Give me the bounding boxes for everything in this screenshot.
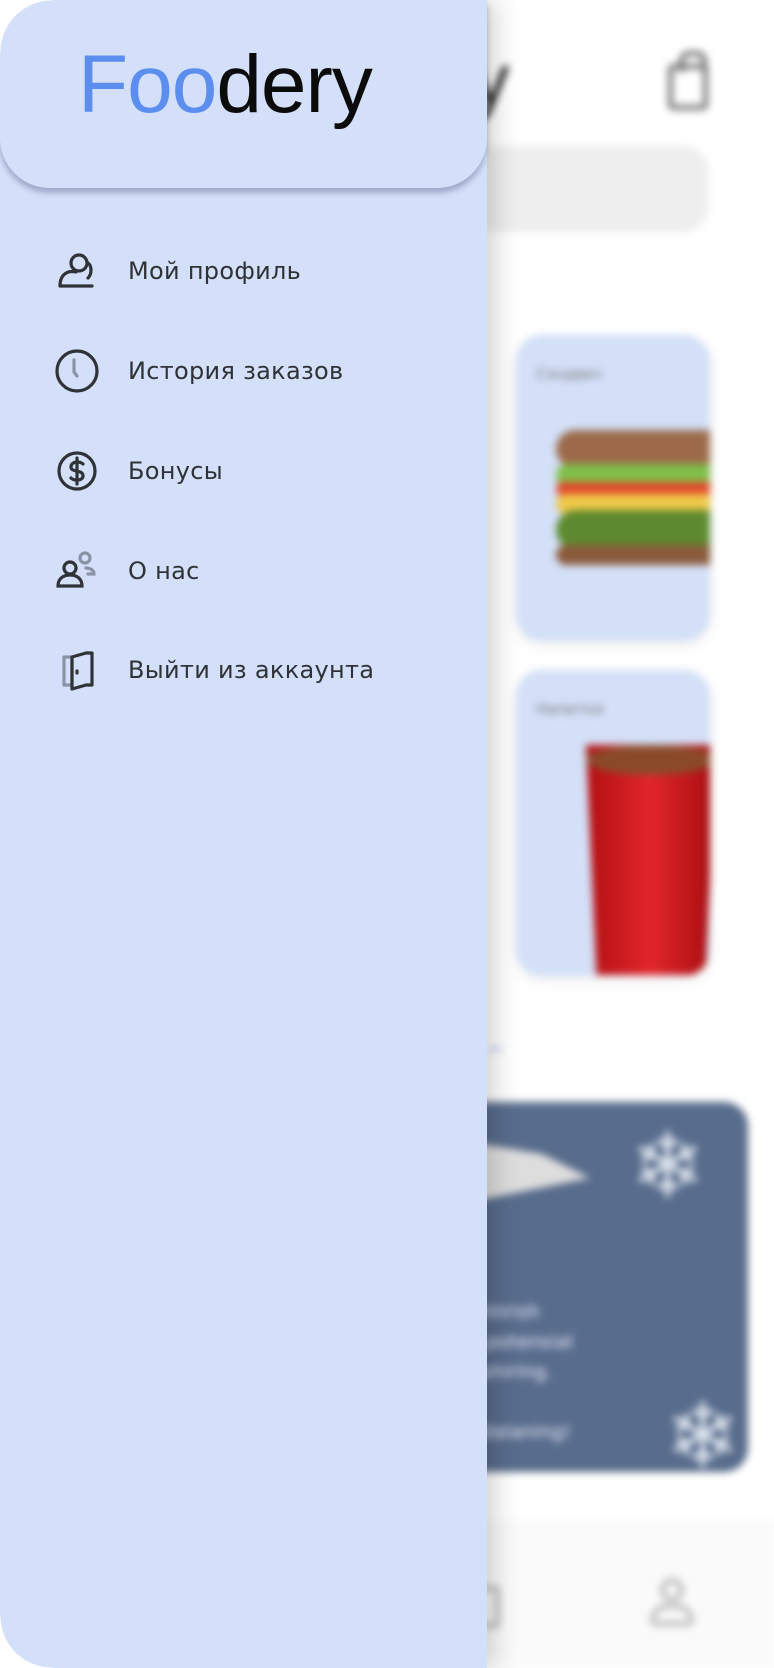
- menu-item-label: Бонусы: [128, 457, 223, 485]
- users-icon: [56, 551, 96, 588]
- menu-item-about[interactable]: О нас: [52, 546, 472, 596]
- category-card-drinks[interactable]: Напитки: [516, 670, 710, 976]
- snowflake-icon: ❄: [665, 1384, 741, 1473]
- clock-icon: [55, 349, 99, 393]
- menu-item-logout[interactable]: Выйти из аккаунта: [52, 645, 472, 695]
- category-card-sandwich[interactable]: Сэндвич: [516, 335, 710, 641]
- category-label: Сэндвич: [536, 365, 603, 383]
- drink-cup-image: [586, 745, 710, 975]
- nav-profile-icon-body[interactable]: [650, 1604, 694, 1626]
- menu-item-label: История заказов: [128, 357, 344, 385]
- screen-corner: [0, 1616, 52, 1668]
- search-bar[interactable]: [470, 146, 708, 232]
- app-logo: Foodery: [78, 44, 373, 126]
- navigation-drawer: Foodery Мой профиль История заказов Бону…: [0, 0, 487, 1668]
- cart-bag-icon[interactable]: [668, 51, 708, 110]
- logo-part-2: dery: [216, 39, 373, 130]
- laptop-image: [470, 1142, 590, 1202]
- menu-item-label: Выйти из аккаунта: [128, 656, 375, 684]
- promo-banner[interactable]: ❄ ❄ shtirish s potensial oshiring. ydala…: [470, 1102, 748, 1472]
- menu-item-order-history[interactable]: История заказов: [52, 346, 472, 396]
- profile-icon: [58, 253, 94, 288]
- menu-item-label: Мой профиль: [128, 257, 302, 285]
- snowflake-icon: ❄: [630, 1114, 706, 1219]
- bottom-nav: [470, 1520, 774, 1668]
- drawer-header: Foodery: [0, 0, 487, 188]
- nav-profile-icon[interactable]: [660, 1578, 684, 1602]
- screen-corner: [0, 0, 52, 52]
- dollar-coin-icon: [57, 451, 97, 491]
- sandwich-image: [556, 430, 710, 575]
- category-label: Напитки: [536, 700, 604, 718]
- logo-part-1: Foo: [78, 39, 217, 130]
- logout-door-icon: [62, 651, 94, 691]
- menu-item-profile[interactable]: Мой профиль: [52, 246, 472, 296]
- section-indicator: [488, 1048, 502, 1050]
- menu-item-bonuses[interactable]: Бонусы: [52, 446, 472, 496]
- menu-item-label: О нас: [128, 557, 200, 585]
